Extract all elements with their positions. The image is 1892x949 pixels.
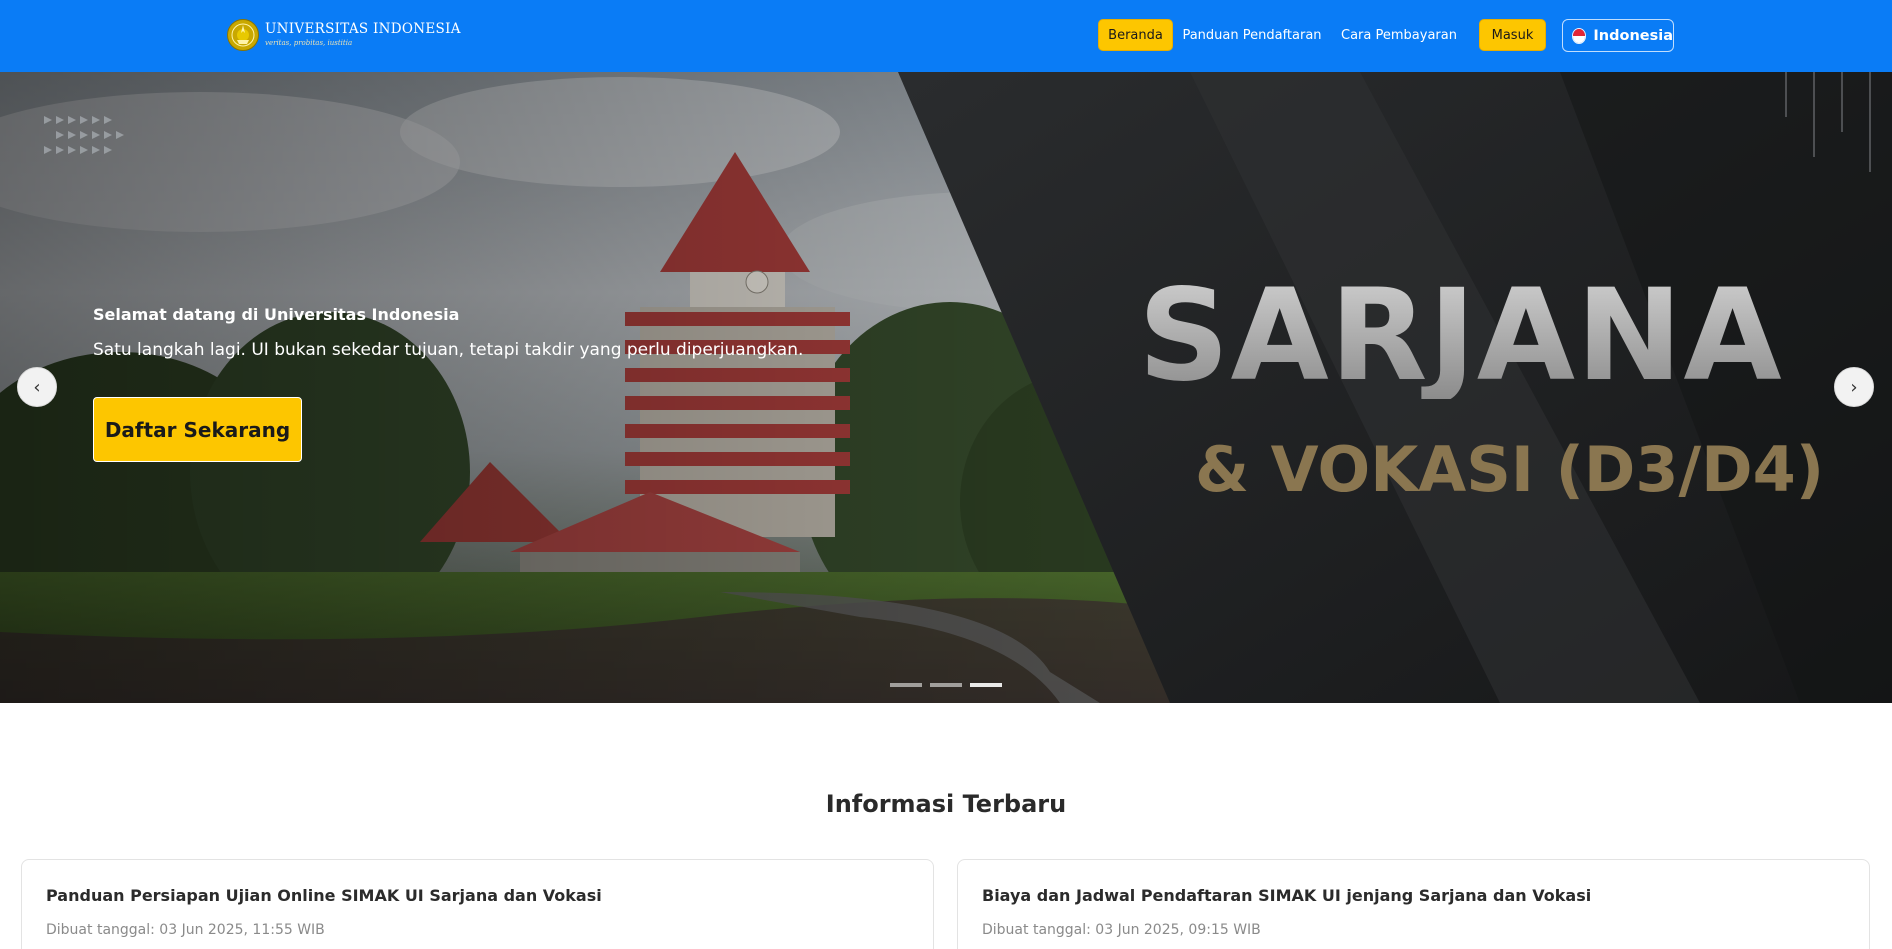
nav-masuk-button[interactable]: Masuk bbox=[1479, 19, 1546, 51]
hero-welcome-text: Selamat datang di Universitas Indonesia bbox=[93, 305, 460, 324]
banner-title: SARJANA bbox=[1138, 261, 1783, 409]
info-card[interactable]: Panduan Persiapan Ujian Online SIMAK UI … bbox=[21, 859, 934, 949]
info-card-title[interactable]: Panduan Persiapan Ujian Online SIMAK UI … bbox=[46, 886, 909, 905]
nav-cara-pembayaran-link[interactable]: Cara Pembayaran bbox=[1336, 19, 1462, 51]
language-selector[interactable]: Indonesia bbox=[1562, 19, 1674, 52]
indonesia-flag-icon bbox=[1572, 27, 1587, 44]
banner-subtitle: & VOKASI (D3/D4) bbox=[1195, 433, 1825, 506]
carousel-indicator-3[interactable] bbox=[970, 683, 1002, 687]
brand-logo[interactable]: UNIVERSITAS INDONESIA veritas, probitas,… bbox=[226, 16, 461, 54]
info-card-date: Dibuat tanggal: 03 Jun 2025, 11:55 WIB bbox=[46, 922, 325, 938]
info-card-title[interactable]: Biaya dan Jadwal Pendaftaran SIMAK UI je… bbox=[982, 886, 1845, 905]
daftar-sekarang-button[interactable]: Daftar Sekarang bbox=[93, 397, 302, 462]
carousel-indicator-2[interactable] bbox=[930, 683, 962, 687]
hero-carousel: Selamat datang di Universitas Indonesia … bbox=[0, 72, 1892, 703]
carousel-indicators bbox=[890, 683, 1002, 687]
ui-seal-icon bbox=[227, 19, 259, 51]
chevron-right-icon: › bbox=[1850, 376, 1858, 398]
nav-panduan-pendaftaran-link[interactable]: Panduan Pendaftaran bbox=[1182, 19, 1321, 51]
language-label: Indonesia bbox=[1593, 27, 1673, 44]
brand-tagline: veritas, probitas, iustitia bbox=[265, 38, 353, 47]
section-title: Informasi Terbaru bbox=[825, 790, 1067, 818]
info-card[interactable]: Biaya dan Jadwal Pendaftaran SIMAK UI je… bbox=[957, 859, 1870, 949]
carousel-next-button[interactable]: › bbox=[1834, 367, 1874, 407]
top-navbar: UNIVERSITAS INDONESIA veritas, probitas,… bbox=[0, 0, 1892, 72]
brand-name: UNIVERSITAS INDONESIA bbox=[265, 21, 461, 38]
carousel-prev-button[interactable]: ‹ bbox=[17, 367, 57, 407]
chevron-left-icon: ‹ bbox=[33, 376, 41, 398]
info-card-date: Dibuat tanggal: 03 Jun 2025, 09:15 WIB bbox=[982, 922, 1261, 938]
hero-tagline: Satu langkah lagi. UI bukan sekedar tuju… bbox=[93, 340, 804, 360]
carousel-indicator-1[interactable] bbox=[890, 683, 922, 687]
nav-beranda-button[interactable]: Beranda bbox=[1098, 19, 1173, 51]
